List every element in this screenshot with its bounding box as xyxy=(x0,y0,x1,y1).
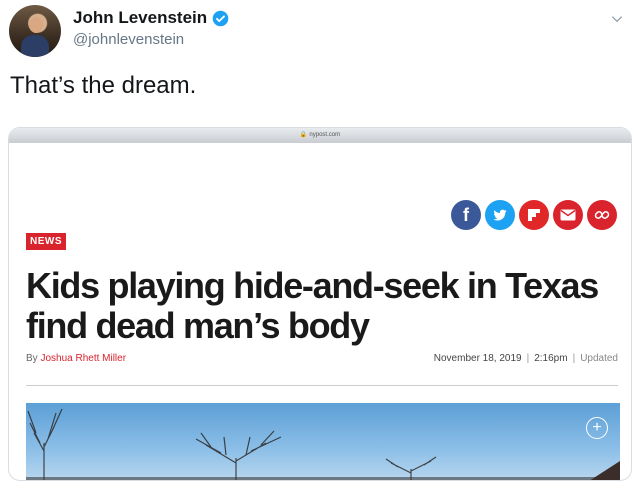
verified-badge-icon xyxy=(212,10,229,26)
tweet-text: That’s the dream. xyxy=(10,72,197,99)
news-category-badge[interactable]: NEWS xyxy=(26,233,66,250)
tree-silhouette-icon xyxy=(26,408,620,480)
publish-time: 2:16pm xyxy=(534,353,568,364)
updated-label: Updated xyxy=(580,353,618,364)
avatar-shirt xyxy=(21,35,49,57)
divider xyxy=(26,385,618,386)
meta-separator: | xyxy=(526,353,530,364)
avatar-head xyxy=(29,17,43,33)
article-headline: Kids playing hide-and-seek in Texas find… xyxy=(26,265,599,346)
avatar[interactable] xyxy=(9,5,61,57)
twitter-icon[interactable] xyxy=(485,200,515,230)
facebook-icon[interactable]: f xyxy=(451,200,481,230)
meta-separator: | xyxy=(572,353,576,364)
byline-prefix: By xyxy=(26,353,38,364)
publish-date: November 18, 2019 xyxy=(433,353,522,364)
author-link[interactable]: Joshua Rhett Miller xyxy=(40,353,126,364)
article-meta: November 18, 2019 | 2:16pm | Updated xyxy=(434,353,618,364)
chevron-down-icon[interactable] xyxy=(610,12,624,26)
author-name-row: John Levenstein xyxy=(73,8,229,28)
site-url: nypost.com xyxy=(309,132,341,138)
share-icons: f xyxy=(451,200,617,230)
flipboard-icon[interactable] xyxy=(519,200,549,230)
expand-plus-icon[interactable]: + xyxy=(586,417,608,439)
browser-address-bar: 🔒 nypost.com xyxy=(9,128,631,143)
byline: By Joshua Rhett Miller xyxy=(26,353,126,364)
display-name[interactable]: John Levenstein xyxy=(73,8,207,28)
user-handle[interactable]: @johnlevenstein xyxy=(73,31,184,48)
lock-icon: 🔒 xyxy=(299,132,308,138)
link-icon[interactable] xyxy=(587,200,617,230)
article-photo[interactable]: + xyxy=(26,403,620,480)
email-icon[interactable] xyxy=(553,200,583,230)
embedded-article-image[interactable]: 🔒 nypost.com f NEWS Kids playing hide-and… xyxy=(8,127,632,481)
